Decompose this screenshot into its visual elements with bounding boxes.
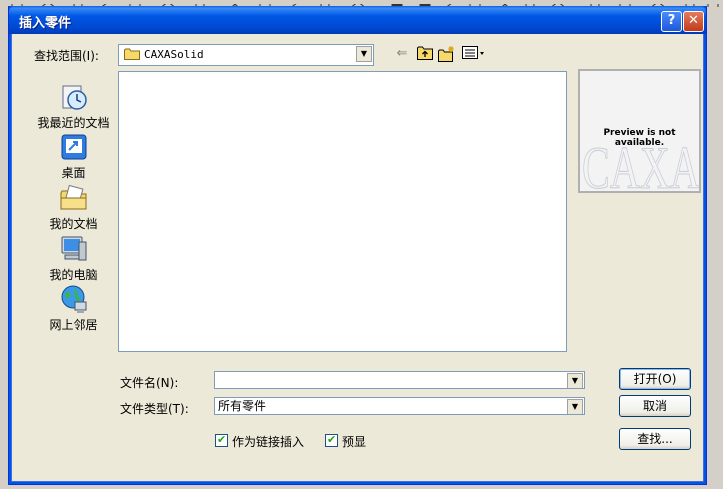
file-type-value: 所有零件 [218,399,267,413]
place-label-network: 网上邻居 [49,318,98,332]
network-places-icon [61,285,86,313]
desktop-icon [61,134,86,160]
cancel-button[interactable]: 取消 [619,395,691,417]
place-desktop[interactable]: 桌面 [26,132,121,181]
check-icon: ✔ [327,433,337,446]
insert-as-link-label: 作为链接插入 [232,435,305,449]
look-in-value: CAXASolid [144,48,204,61]
view-menu-button[interactable] [462,46,486,62]
chevron-down-icon: ▼ [571,402,579,411]
place-label-recent: 我最近的文档 [37,116,110,130]
new-folder-icon [438,46,454,62]
chevron-down-icon: ▼ [360,49,368,58]
file-type-dropdown-button[interactable]: ▼ [567,399,583,414]
new-folder-button[interactable] [438,46,456,62]
help-icon: ? [667,13,676,28]
help-button[interactable]: ? [661,11,682,32]
place-my-computer[interactable]: 我的电脑 [26,234,121,283]
place-my-documents[interactable]: 我的文档 [26,183,121,232]
dialog-body: 查找范围(I): CAXASolid ▼ ⇐ 我最近的文档 桌面 我的文档 我的… [14,34,701,479]
preview-checkbox-label: 预显 [342,435,367,449]
file-type-select[interactable]: 所有零件 ▼ [214,397,585,415]
preview-checkbox[interactable]: ✔ [325,433,338,447]
place-label-my-documents: 我的文档 [49,217,98,231]
look-in-dropdown-button[interactable]: ▼ [356,46,372,62]
place-network-places[interactable]: 网上邻居 [26,284,121,333]
close-button[interactable]: ✕ [683,11,704,32]
back-arrow-icon: ⇐ [396,46,408,61]
view-menu-icon [462,46,484,59]
dialog-titlebar[interactable]: 插入零件 ? ✕ [9,6,706,34]
place-label-desktop: 桌面 [61,166,86,180]
insert-as-link-checkbox[interactable]: ✔ [215,433,228,447]
place-label-my-computer: 我的电脑 [49,268,98,282]
file-list-view[interactable] [118,71,567,352]
preview-message: Preview is not available. [603,128,676,148]
recent-documents-icon [62,85,87,110]
back-button[interactable]: ⇐ [393,46,411,62]
look-in-label: 查找范围(I): [34,49,99,63]
file-name-label: 文件名(N): [120,376,179,390]
file-name-dropdown-button[interactable]: ▼ [567,373,583,388]
close-icon: ✕ [688,13,699,28]
look-in-combo[interactable]: CAXASolid ▼ [118,44,374,66]
up-folder-icon [417,46,433,60]
open-button[interactable]: 打开(O) [619,368,691,390]
dialog-title: 插入零件 [19,16,72,31]
place-recent-documents[interactable]: 我最近的文档 [26,82,121,131]
file-name-input[interactable]: ▼ [214,371,585,389]
chevron-down-icon: ▼ [571,376,579,385]
my-computer-icon [61,236,86,261]
folder-icon [124,48,140,60]
insert-part-dialog: 插入零件 ? ✕ 查找范围(I): CAXASolid ▼ ⇐ 我最近的文档 桌… [8,6,707,485]
file-type-label: 文件类型(T): [120,402,189,416]
find-button[interactable]: 查找... [619,428,691,450]
preview-panel: CAXA Preview is not available. [578,69,701,193]
my-documents-icon [60,184,86,210]
up-one-level-button[interactable] [416,46,434,62]
check-icon: ✔ [217,433,227,446]
